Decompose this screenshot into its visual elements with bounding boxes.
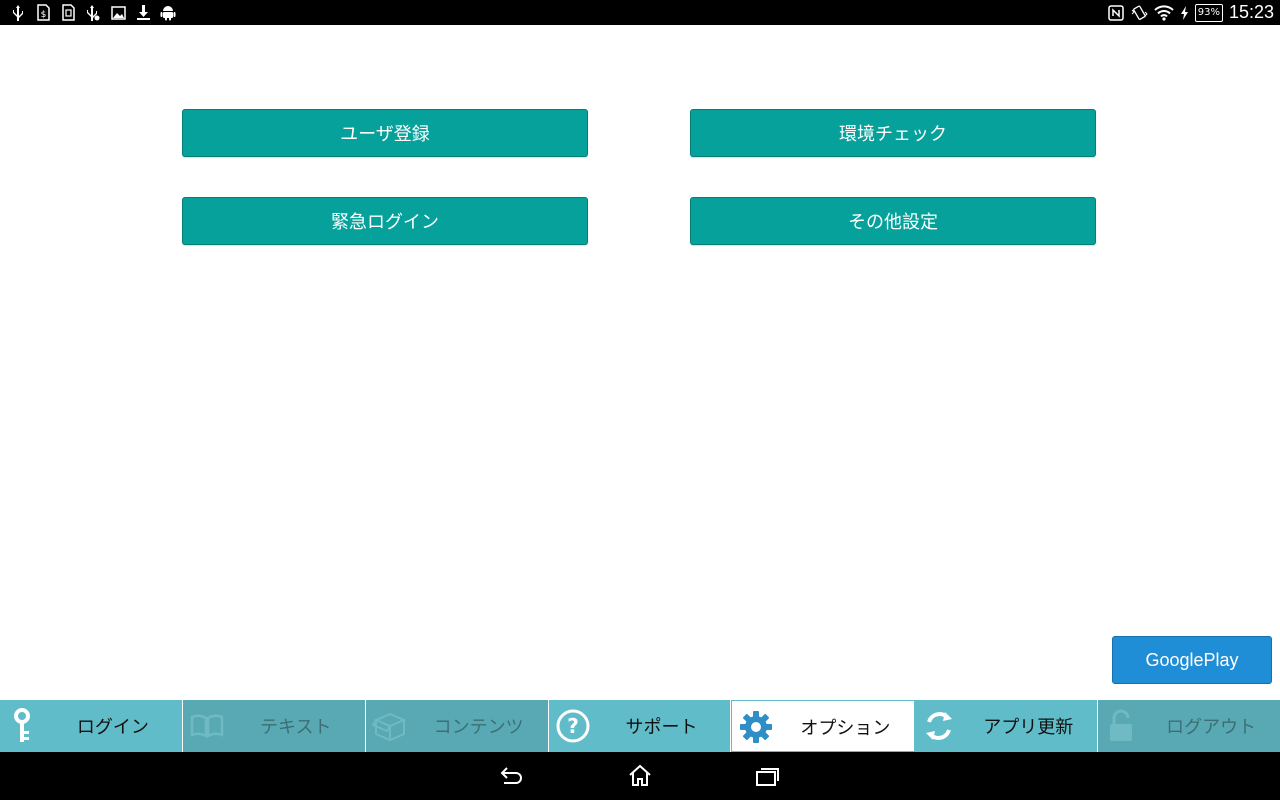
- key-icon: [6, 708, 42, 744]
- tab-text-label: テキスト: [260, 717, 332, 738]
- svg-text:?: ?: [567, 714, 579, 738]
- usb-icon: [10, 4, 26, 22]
- emergency-login-button[interactable]: 緊急ログイン: [182, 197, 588, 245]
- book-icon: [189, 708, 225, 744]
- tab-contents[interactable]: コンテンツ: [365, 700, 549, 752]
- battery-indicator: 93%: [1194, 3, 1223, 22]
- tab-text[interactable]: テキスト: [182, 700, 366, 752]
- tab-app-update-label: アプリ更新: [983, 717, 1074, 738]
- user-register-button[interactable]: ユーザ登録: [182, 109, 588, 157]
- home-icon[interactable]: [626, 764, 654, 788]
- tab-logout-label: ログアウト: [1166, 717, 1257, 738]
- image-icon: [110, 4, 126, 22]
- tab-login[interactable]: ログイン: [0, 700, 183, 752]
- googleplay-button[interactable]: GooglePlay: [1112, 636, 1272, 684]
- vibrate-icon: [1130, 4, 1148, 22]
- recent-apps-icon[interactable]: [753, 764, 781, 788]
- tab-app-update[interactable]: アプリ更新: [915, 700, 1099, 752]
- question-icon: ?: [555, 708, 591, 744]
- download-icon: [135, 4, 151, 22]
- tab-support[interactable]: ? サポート: [549, 700, 732, 752]
- nfc-icon: [1107, 4, 1124, 22]
- charging-icon: [1180, 4, 1189, 22]
- svg-text:$: $: [40, 10, 46, 20]
- navigation-bar: [0, 752, 1280, 800]
- box-icon: [371, 708, 408, 744]
- tab-options-label: オプション: [800, 718, 891, 739]
- wifi-icon: [1154, 4, 1174, 22]
- other-settings-button[interactable]: その他設定: [690, 197, 1096, 245]
- bottom-tab-bar: ログイン テキスト コンテンツ ? サポート オプション アプリ更新 ログアウト: [0, 700, 1280, 752]
- back-icon[interactable]: [498, 764, 526, 788]
- sim-card-icon: [60, 4, 76, 22]
- notification-icons: $: [10, 3, 176, 22]
- environment-check-button[interactable]: 環境チェック: [690, 109, 1096, 157]
- tab-logout[interactable]: ログアウト: [1098, 700, 1280, 752]
- android-icon: [160, 4, 176, 22]
- unlock-icon: [1104, 708, 1140, 744]
- system-status: 93% 15:23: [1107, 0, 1274, 25]
- tab-login-label: ログイン: [76, 717, 149, 738]
- sim-icon: $: [35, 4, 51, 22]
- status-clock: 15:23: [1228, 2, 1274, 22]
- status-bar: $ 93% 15:23: [0, 0, 1280, 25]
- tab-support-label: サポート: [625, 717, 698, 738]
- tab-options[interactable]: オプション: [731, 700, 916, 752]
- gear-icon: [738, 709, 774, 745]
- refresh-icon: [921, 708, 957, 744]
- tab-contents-label: コンテンツ: [433, 717, 524, 738]
- usb-debug-icon: [85, 4, 101, 22]
